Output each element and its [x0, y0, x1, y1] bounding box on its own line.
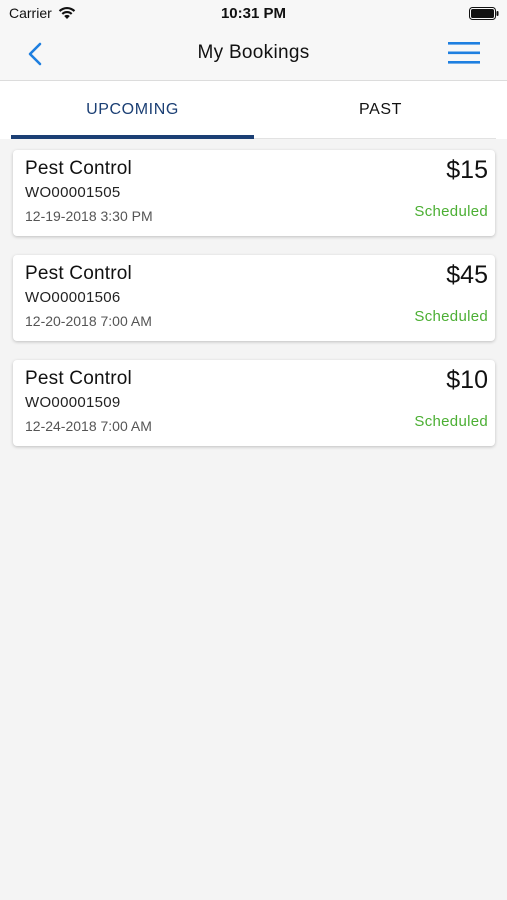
- battery-icon: [469, 7, 499, 20]
- navigation-bar: My Bookings: [0, 28, 507, 81]
- booking-status: Scheduled: [414, 413, 488, 430]
- tab-past[interactable]: PAST: [254, 81, 507, 139]
- booking-service-name: Pest Control: [25, 263, 132, 284]
- booking-tabs: UPCOMING PAST: [0, 81, 507, 139]
- booking-service-name: Pest Control: [25, 368, 132, 389]
- booking-work-order-number: WO00001505: [25, 184, 121, 201]
- booking-card[interactable]: Pest Control WO00001509 12-24-2018 7:00 …: [13, 360, 495, 446]
- booking-price: $10: [446, 366, 488, 394]
- bookings-list: Pest Control WO00001505 12-19-2018 3:30 …: [13, 150, 495, 465]
- booking-datetime: 12-19-2018 3:30 PM: [25, 208, 153, 224]
- booking-price: $45: [446, 261, 488, 289]
- booking-work-order-number: WO00001506: [25, 289, 121, 306]
- booking-datetime: 12-20-2018 7:00 AM: [25, 313, 152, 329]
- tab-upcoming[interactable]: UPCOMING: [11, 81, 254, 139]
- booking-work-order-number: WO00001509: [25, 394, 121, 411]
- booking-card[interactable]: Pest Control WO00001505 12-19-2018 3:30 …: [13, 150, 495, 236]
- booking-datetime: 12-24-2018 7:00 AM: [25, 418, 152, 434]
- page-title: My Bookings: [197, 42, 310, 63]
- active-tab-indicator: [11, 135, 254, 139]
- status-bar: Carrier 10:31 PM: [0, 0, 507, 28]
- booking-service-name: Pest Control: [25, 158, 132, 179]
- booking-price: $15: [446, 156, 488, 184]
- hamburger-menu-icon: [448, 42, 480, 64]
- booking-status: Scheduled: [414, 308, 488, 325]
- menu-button[interactable]: [447, 40, 481, 66]
- booking-status: Scheduled: [414, 203, 488, 220]
- booking-card[interactable]: Pest Control WO00001506 12-20-2018 7:00 …: [13, 255, 495, 341]
- status-time: 10:31 PM: [220, 5, 287, 22]
